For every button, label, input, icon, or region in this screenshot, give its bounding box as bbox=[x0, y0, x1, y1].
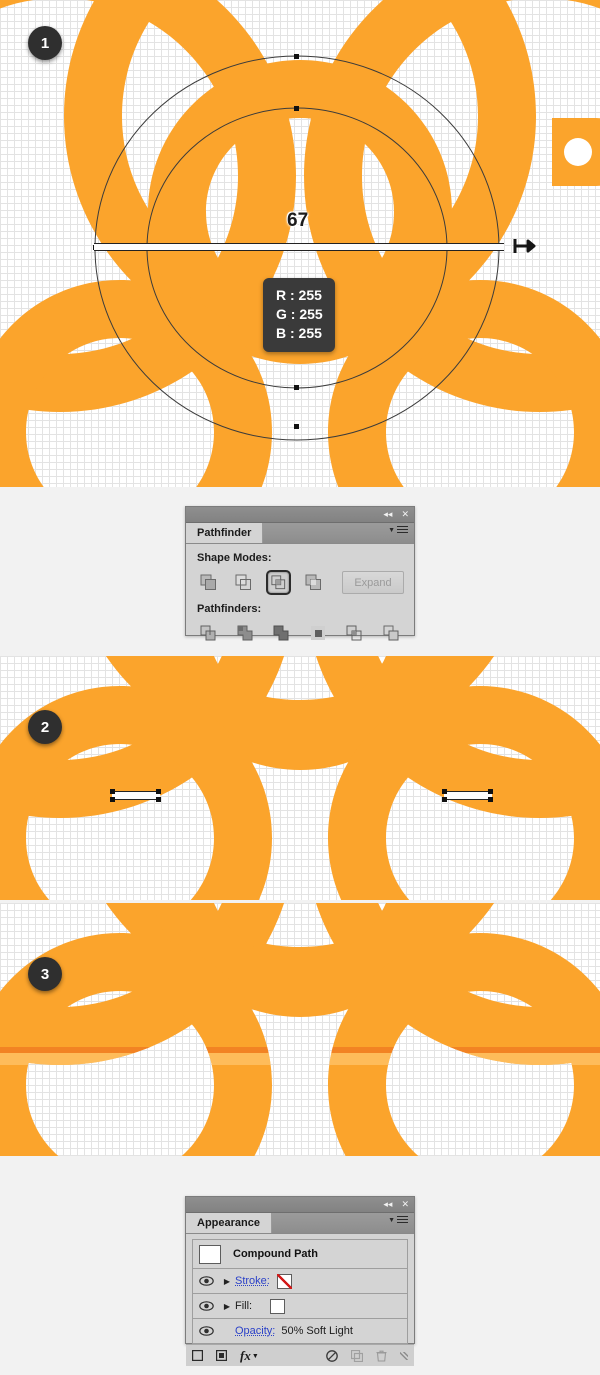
appearance-object-row[interactable]: Compound Path bbox=[193, 1240, 407, 1269]
object-type-label: Compound Path bbox=[233, 1248, 318, 1260]
panel-menu-icon[interactable]: ▼ bbox=[388, 1216, 408, 1225]
clear-appearance-button[interactable] bbox=[326, 1349, 338, 1362]
appearance-row-stroke[interactable]: ▶ Stroke: bbox=[193, 1269, 407, 1294]
pathfinder-panel[interactable]: ◂◂ ✕ Pathfinder ▼ Shape Modes: Expand Pa… bbox=[185, 506, 415, 641]
appearance-body: Compound Path ▶ Stroke: ▶ Fill: Opacity:… bbox=[186, 1234, 414, 1366]
anchor-handle[interactable] bbox=[110, 789, 115, 794]
artwork-step-2 bbox=[0, 656, 600, 900]
delete-item-button[interactable] bbox=[376, 1350, 387, 1362]
appearance-list: Compound Path ▶ Stroke: ▶ Fill: Opacity:… bbox=[192, 1239, 408, 1344]
expand-button[interactable]: Expand bbox=[342, 571, 404, 594]
close-icon[interactable]: ✕ bbox=[401, 1198, 409, 1210]
pathfinder-titlebar[interactable]: ◂◂ ✕ bbox=[186, 507, 414, 523]
outline-button[interactable] bbox=[342, 621, 367, 646]
appearance-panel[interactable]: ◂◂ ✕ Appearance ▼ Compound Path ▶ Stroke… bbox=[185, 1196, 415, 1366]
add-new-fill-button[interactable] bbox=[216, 1350, 227, 1361]
appearance-titlebar[interactable]: ◂◂ ✕ bbox=[186, 1197, 414, 1213]
canvas-step-1[interactable]: 67 R : 255 G : 255 B : 255 1 bbox=[0, 0, 600, 487]
shape-modes-label: Shape Modes: bbox=[197, 552, 272, 564]
opacity-value: 50% Soft Light bbox=[281, 1325, 353, 1337]
rgb-color-tooltip: R : 255 G : 255 B : 255 bbox=[263, 278, 335, 352]
hamburger-icon bbox=[397, 1216, 408, 1225]
canvas-step-3[interactable]: 3 bbox=[0, 903, 600, 1156]
expand-triangle-icon[interactable]: ▶ bbox=[219, 1277, 235, 1286]
expand-triangle-icon[interactable]: ▶ bbox=[219, 1302, 235, 1311]
step-badge-2: 2 bbox=[28, 710, 62, 744]
selection-bar-left-step2[interactable] bbox=[112, 791, 160, 800]
appearance-row-fill[interactable]: ▶ Fill: bbox=[193, 1294, 407, 1319]
appearance-tab-strip[interactable]: Appearance ▼ bbox=[186, 1213, 414, 1234]
minus-front-button[interactable] bbox=[231, 570, 256, 595]
selection-bar-fill bbox=[444, 791, 492, 800]
pathfinder-tab-strip[interactable]: Pathfinder ▼ bbox=[186, 523, 414, 544]
soft-light-highlight-band bbox=[0, 1047, 600, 1065]
trim-button[interactable] bbox=[233, 621, 258, 646]
minus-back-button[interactable] bbox=[379, 621, 404, 646]
horizontal-resize-cursor-icon bbox=[513, 239, 536, 253]
duplicate-item-button[interactable] bbox=[351, 1349, 363, 1362]
collapse-to-icons-icon[interactable]: ◂◂ bbox=[383, 508, 392, 520]
collapse-to-icons-icon[interactable]: ◂◂ bbox=[383, 1198, 392, 1210]
appearance-footer-toolbar[interactable]: fx ▼ bbox=[186, 1344, 414, 1366]
visibility-eye-icon[interactable] bbox=[193, 1276, 219, 1286]
anchor-handle[interactable] bbox=[442, 789, 447, 794]
pathfinders-row bbox=[196, 621, 404, 646]
pathfinder-body: Shape Modes: Expand Pathfinders: bbox=[186, 544, 414, 656]
pathfinders-label: Pathfinders: bbox=[197, 603, 262, 615]
intersect-button[interactable] bbox=[266, 570, 291, 595]
fill-label[interactable]: Fill: bbox=[235, 1300, 252, 1312]
unite-button[interactable] bbox=[196, 570, 221, 595]
divide-button[interactable] bbox=[196, 621, 221, 646]
visibility-eye-icon[interactable] bbox=[193, 1326, 219, 1336]
fx-icon: fx bbox=[240, 1347, 251, 1363]
anchor-handle[interactable] bbox=[488, 789, 493, 794]
selection-bar-fill bbox=[112, 791, 160, 800]
stroke-swatch-none[interactable] bbox=[275, 1272, 293, 1290]
rgb-blue-value: B : 255 bbox=[276, 325, 322, 341]
merge-button[interactable] bbox=[269, 621, 294, 646]
add-effect-button[interactable]: fx ▼ bbox=[240, 1348, 259, 1364]
visibility-eye-icon[interactable] bbox=[193, 1301, 219, 1311]
artwork-step-3 bbox=[0, 903, 600, 1156]
rgb-red-value: R : 255 bbox=[276, 287, 322, 303]
fill-swatch-white[interactable] bbox=[269, 1297, 287, 1315]
selection-bounding-bar-1[interactable] bbox=[94, 243, 504, 251]
chevron-down-icon: ▼ bbox=[388, 527, 395, 534]
add-new-stroke-button[interactable] bbox=[192, 1350, 203, 1361]
selection-bar-fill bbox=[94, 243, 504, 251]
anchor-handle[interactable] bbox=[156, 789, 161, 794]
anchor-handle[interactable] bbox=[110, 797, 115, 802]
step-badge-3: 3 bbox=[28, 957, 62, 991]
chevron-down-icon: ▼ bbox=[388, 1217, 395, 1224]
tab-appearance[interactable]: Appearance bbox=[186, 1213, 272, 1233]
stroke-label[interactable]: Stroke: bbox=[235, 1275, 270, 1287]
close-icon[interactable]: ✕ bbox=[401, 508, 409, 520]
step-badge-1: 1 bbox=[28, 26, 62, 60]
shape-modes-row: Expand bbox=[196, 570, 404, 595]
rgb-green-value: G : 255 bbox=[276, 306, 323, 322]
anchor-handle[interactable] bbox=[442, 797, 447, 802]
canvas-step-2[interactable]: 2 bbox=[0, 656, 600, 900]
selection-bar-right-step2[interactable] bbox=[444, 791, 492, 800]
exclude-button[interactable] bbox=[301, 570, 326, 595]
resize-grip-icon[interactable] bbox=[400, 1351, 408, 1360]
appearance-row-opacity[interactable]: Opacity: 50% Soft Light bbox=[193, 1319, 407, 1344]
crop-button[interactable] bbox=[306, 621, 331, 646]
anchor-handle[interactable] bbox=[156, 797, 161, 802]
artwork-svg-2 bbox=[0, 656, 600, 900]
measurement-label-1: 67 bbox=[287, 210, 309, 231]
opacity-label[interactable]: Opacity: bbox=[235, 1325, 275, 1337]
hamburger-icon bbox=[397, 526, 408, 535]
tutorial-page: 67 R : 255 G : 255 B : 255 1 ◂◂ ✕ Pathfi… bbox=[0, 0, 600, 1375]
artwork-svg-3 bbox=[0, 903, 600, 1156]
tab-pathfinder[interactable]: Pathfinder bbox=[186, 523, 264, 543]
panel-menu-icon[interactable]: ▼ bbox=[388, 526, 408, 535]
object-thumbnail bbox=[199, 1244, 221, 1264]
anchor-handle[interactable] bbox=[488, 797, 493, 802]
